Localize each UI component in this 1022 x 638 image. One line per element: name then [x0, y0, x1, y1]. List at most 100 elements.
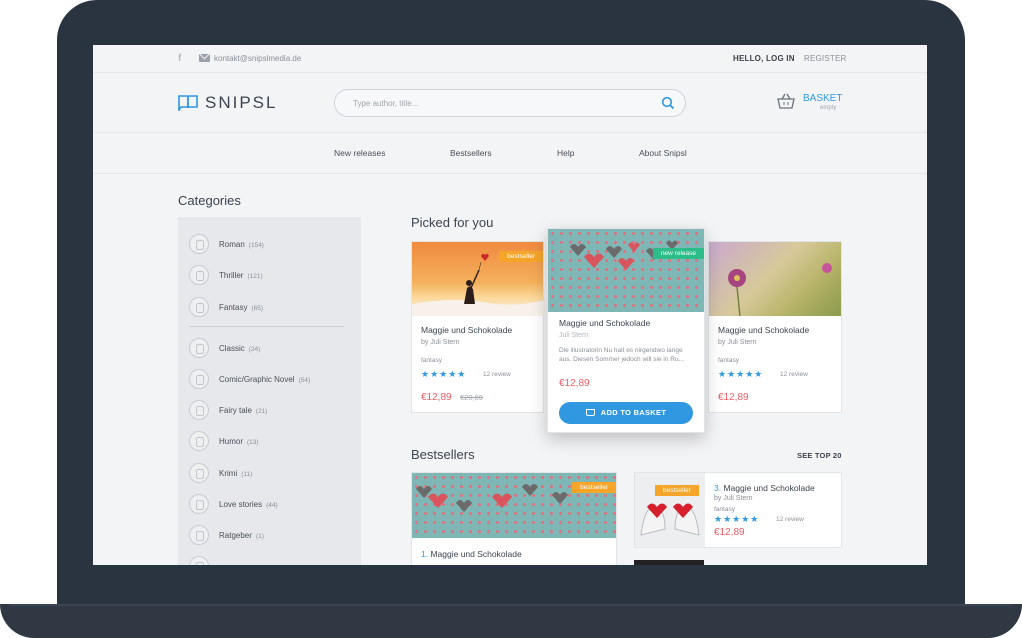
category-count: (13): [247, 439, 259, 446]
book-description: Die illustratorin Nu halt es nirgendwo l…: [559, 347, 684, 363]
category-item[interactable]: Classic (24): [189, 338, 359, 360]
book-price: €12,89: [559, 378, 590, 389]
header: SNIPSL Type author, title... BASKET empt…: [93, 73, 927, 133]
basket-icon[interactable]: [776, 91, 796, 111]
next-book-cover: [634, 560, 704, 565]
laptop-base: [0, 604, 1022, 638]
book-cover[interactable]: bestseller: [412, 473, 616, 538]
old-price: €20,89: [460, 393, 483, 402]
category-item[interactable]: Krimi (11): [189, 463, 359, 485]
picked-title: Picked for you: [411, 215, 494, 230]
category-name: Humor: [219, 437, 244, 446]
book-title[interactable]: Maggie und Schokolade: [723, 483, 814, 493]
book-cover[interactable]: new release: [548, 229, 704, 312]
category-name: Krimi: [219, 469, 238, 478]
category-item[interactable]: Thriller (121): [189, 265, 359, 287]
category-count: (44): [266, 502, 278, 509]
category-item[interactable]: Fairy tale (21): [189, 400, 359, 422]
basket-label[interactable]: BASKET: [803, 93, 842, 104]
book-cover[interactable]: [709, 242, 841, 316]
book-author[interactable]: Juli Stern: [559, 332, 588, 339]
rank-number: 3.: [714, 483, 722, 493]
book-title[interactable]: Maggie und Schokolade: [718, 325, 809, 335]
top-bar: f kontakt@snipslmedia.de HELLO, LOG IN R…: [93, 45, 927, 73]
review-count[interactable]: 12 review: [776, 516, 804, 523]
nav-bestsellers[interactable]: Bestsellers: [450, 148, 492, 158]
categories-title: Categories: [178, 193, 241, 208]
category-item[interactable]: [189, 556, 359, 565]
category-count: (24): [248, 346, 261, 353]
rank-number: 1.: [421, 549, 429, 559]
category-name: Roman: [219, 240, 245, 249]
contact-email[interactable]: kontakt@snipslmedia.de: [214, 54, 301, 63]
search-icon[interactable]: [661, 96, 675, 110]
facebook-icon[interactable]: f: [178, 53, 181, 64]
book-card[interactable]: Maggie und Schokolade by Juli Stern fant…: [708, 241, 842, 413]
screen: f kontakt@snipslmedia.de HELLO, LOG IN R…: [93, 45, 927, 565]
review-count[interactable]: 12 review: [483, 371, 511, 378]
book-card[interactable]: bestseller Maggie und Schokolade by Juli…: [411, 241, 545, 413]
category-count: (54): [298, 377, 311, 384]
laptop-frame: f kontakt@snipslmedia.de HELLO, LOG IN R…: [0, 0, 1022, 638]
category-name: Love stories: [219, 500, 263, 509]
rating-stars: ★★★★★: [714, 514, 760, 524]
book-title[interactable]: Maggie und Schokolade: [430, 549, 521, 559]
nav-help[interactable]: Help: [557, 148, 574, 158]
mail-icon: [199, 54, 210, 62]
bestseller-badge: bestseller: [572, 482, 616, 493]
category-icon: [189, 369, 209, 389]
category-name: Comic/Graphic Novel: [219, 375, 295, 384]
bestseller-card[interactable]: bestseller 1. Maggie und Schokolade: [411, 472, 617, 565]
book-price: €12,89: [421, 392, 452, 403]
category-divider: [189, 326, 344, 327]
book-genre: fantasy: [714, 506, 735, 513]
book-title[interactable]: Maggie und Schokolade: [421, 325, 512, 335]
category-icon: [189, 525, 209, 545]
category-icon: [189, 431, 209, 451]
nav-about[interactable]: About Snipsl: [639, 148, 687, 158]
book-cover[interactable]: bestseller: [412, 242, 545, 316]
bestseller-card[interactable]: bestseller 3. Maggie und Schokolade by J…: [634, 472, 842, 548]
book-price: €12,89: [718, 392, 749, 403]
see-top-link[interactable]: SEE TOP 20: [797, 451, 842, 460]
book-author[interactable]: by Juli Stern: [714, 495, 753, 502]
category-item[interactable]: Comic/Graphic Novel (54): [189, 369, 359, 391]
category-count: (121): [247, 273, 263, 280]
bestseller-badge: bestseller: [655, 485, 699, 496]
category-item[interactable]: Humor (13): [189, 431, 359, 453]
category-count: (154): [248, 242, 264, 249]
category-icon: [189, 556, 209, 565]
search-bar[interactable]: Type author, title...: [334, 89, 686, 117]
category-item[interactable]: Fantasy (65): [189, 297, 359, 319]
category-item[interactable]: Love stories (44): [189, 494, 359, 516]
book-cover[interactable]: bestseller: [635, 473, 705, 547]
category-item[interactable]: Roman (154): [189, 234, 359, 256]
logo-text[interactable]: SNIPSL: [205, 93, 277, 113]
category-icon: [189, 265, 209, 285]
book-price: €12,89: [714, 527, 745, 538]
category-name: Thriller: [219, 271, 244, 280]
category-icon: [189, 400, 209, 420]
category-item[interactable]: Ratgeber (1): [189, 525, 359, 547]
bestsellers-title: Bestsellers: [411, 447, 475, 462]
book-genre: fantasy: [718, 357, 739, 364]
book-genre: fantasy: [421, 357, 442, 364]
category-name: Fantasy: [219, 303, 248, 312]
flower-image: [728, 263, 832, 316]
new-release-badge: new release: [652, 248, 704, 259]
category-count: (11): [241, 471, 253, 478]
featured-book-card[interactable]: new release Maggie und Schokolade Juli S…: [547, 228, 705, 433]
category-name: Fairy tale: [219, 406, 252, 415]
book-title[interactable]: Maggie und Schokolade: [559, 318, 650, 328]
login-link[interactable]: HELLO, LOG IN: [733, 54, 795, 63]
book-author[interactable]: by Juli Stern: [718, 339, 757, 346]
categories-sidebar: Roman (154) Thriller (121) Fantasy (65) Cla…: [178, 217, 361, 565]
book-author[interactable]: by Juli Stern: [421, 339, 460, 346]
search-input[interactable]: Type author, title...: [353, 99, 418, 108]
add-to-basket-button[interactable]: ADD TO BASKET: [559, 402, 693, 424]
category-icon: [189, 494, 209, 514]
category-icon: [189, 234, 209, 254]
register-link[interactable]: REGISTER: [804, 54, 847, 63]
review-count[interactable]: 12 review: [780, 371, 808, 378]
nav-new-releases[interactable]: New releases: [334, 148, 386, 158]
